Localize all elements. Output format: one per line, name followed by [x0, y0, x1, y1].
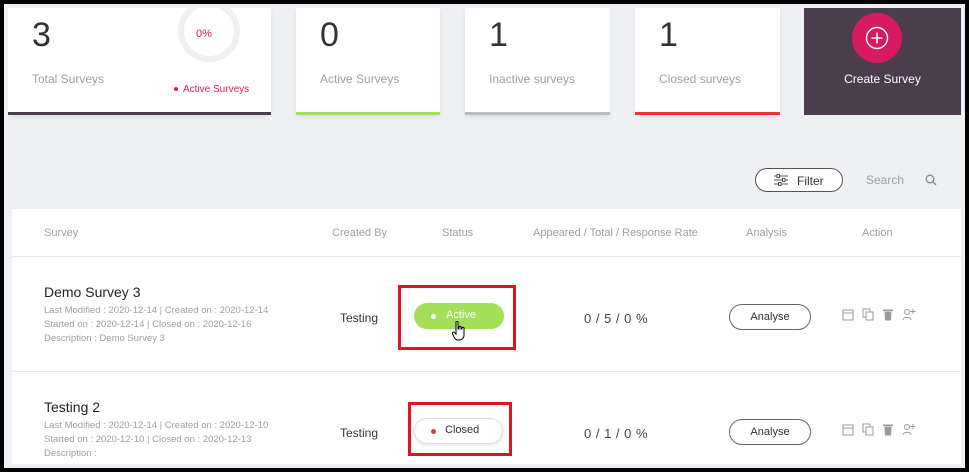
create-survey-label: Create Survey	[844, 72, 921, 86]
donut-legend: Active Surveys	[174, 84, 249, 95]
created-by: Testing	[340, 311, 379, 325]
search-input[interactable]: Search	[866, 173, 904, 187]
card-accent-bar	[465, 112, 610, 115]
response-rate: 0 / 1 / 0 %	[584, 426, 649, 441]
filter-label: Filter	[797, 174, 824, 188]
calendar-icon[interactable]	[842, 423, 854, 436]
survey-title[interactable]: Testing 2	[44, 399, 100, 415]
column-header-action: Action	[862, 227, 893, 239]
calendar-icon[interactable]	[842, 308, 854, 321]
survey-dates-info: Started on : 2020-12-10 | Closed on : 20…	[44, 434, 252, 445]
highlight-box	[408, 402, 512, 456]
active-surveys-card: 0 Active Surveys	[296, 8, 440, 115]
survey-description: Description : Demo Survey 3	[44, 333, 165, 344]
row-actions	[842, 423, 916, 436]
assign-user-icon[interactable]	[902, 308, 916, 321]
active-surveys-label: Active Surveys	[320, 72, 400, 86]
surveys-table: Survey Created By Status Appeared / Tota…	[12, 209, 961, 464]
total-surveys-card: 3 Total Surveys 0% Active Surveys	[8, 8, 271, 115]
create-survey-button[interactable]: Create Survey	[804, 8, 961, 115]
survey-description: Description :	[44, 448, 97, 459]
inactive-surveys-count: 1	[489, 16, 508, 54]
survey-modified-info: Last Modified : 2020-12-14 | Created on …	[44, 420, 269, 431]
card-accent-bar	[296, 112, 440, 115]
filter-button[interactable]: Filter	[755, 168, 843, 192]
survey-modified-info: Last Modified : 2020-12-14 | Created on …	[44, 305, 269, 316]
filter-sliders-icon	[774, 174, 788, 189]
copy-icon[interactable]	[862, 423, 874, 436]
closed-surveys-label: Closed surveys	[659, 72, 742, 86]
column-header-analysis: Analysis	[746, 227, 787, 239]
card-accent-bar	[635, 112, 780, 115]
closed-surveys-card: 1 Closed surveys	[635, 8, 780, 115]
analyse-button[interactable]: Analyse	[729, 419, 811, 445]
copy-icon[interactable]	[862, 308, 874, 321]
plus-circle-icon[interactable]	[852, 13, 902, 63]
trash-icon[interactable]	[882, 308, 894, 321]
inactive-surveys-label: Inactive surveys	[489, 72, 576, 86]
column-header-created-by: Created By	[332, 227, 388, 239]
header-divider	[12, 256, 961, 257]
legend-dot-icon	[174, 87, 178, 92]
assign-user-icon[interactable]	[902, 423, 916, 436]
inactive-surveys-card: 1 Inactive surveys	[465, 8, 610, 115]
column-header-survey: Survey	[44, 227, 79, 239]
dashboard: 3 Total Surveys 0% Active Surveys 0 Acti…	[8, 8, 961, 464]
total-surveys-count: 3	[32, 16, 51, 54]
row-divider	[12, 371, 961, 372]
closed-surveys-count: 1	[659, 16, 678, 54]
trash-icon[interactable]	[882, 423, 894, 436]
donut-percentage: 0%	[196, 28, 212, 40]
hand-cursor-icon	[451, 320, 466, 346]
total-surveys-label: Total Surveys	[32, 72, 105, 86]
column-header-status: Status	[442, 227, 474, 239]
row-actions	[842, 308, 916, 321]
search-icon[interactable]	[925, 173, 937, 191]
survey-dates-info: Started on : 2020-12-14 | Closed on : 20…	[44, 319, 252, 330]
created-by: Testing	[340, 426, 379, 440]
response-rate: 0 / 5 / 0 %	[584, 311, 649, 326]
window-frame: 3 Total Surveys 0% Active Surveys 0 Acti…	[0, 0, 969, 472]
survey-title[interactable]: Demo Survey 3	[44, 284, 140, 300]
active-surveys-count: 0	[320, 16, 339, 54]
card-accent-bar	[8, 112, 271, 115]
analyse-button[interactable]: Analyse	[729, 304, 811, 330]
legend-label: Active Surveys	[183, 84, 250, 95]
column-header-response-rate: Appeared / Total / Response Rate	[533, 227, 698, 239]
